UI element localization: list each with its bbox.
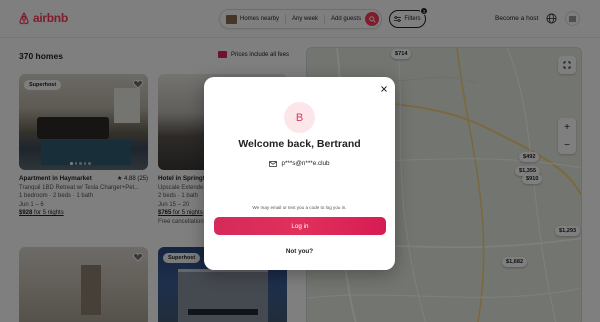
login-hint: We may email or text you a code to log y… [252, 205, 347, 210]
email-row: p***s@n***e.club [204, 160, 395, 167]
masked-email: p***s@n***e.club [281, 160, 330, 167]
welcome-title: Welcome back, Bertrand [238, 138, 361, 150]
login-button[interactable]: Log in [214, 217, 386, 235]
close-icon [381, 86, 387, 92]
envelope-icon [269, 160, 278, 167]
not-you-link[interactable]: Not you? [204, 248, 395, 255]
close-button[interactable] [379, 84, 389, 94]
login-modal: B Welcome back, Bertrand p***s@n***e.clu… [204, 77, 395, 270]
avatar: B [284, 102, 315, 133]
